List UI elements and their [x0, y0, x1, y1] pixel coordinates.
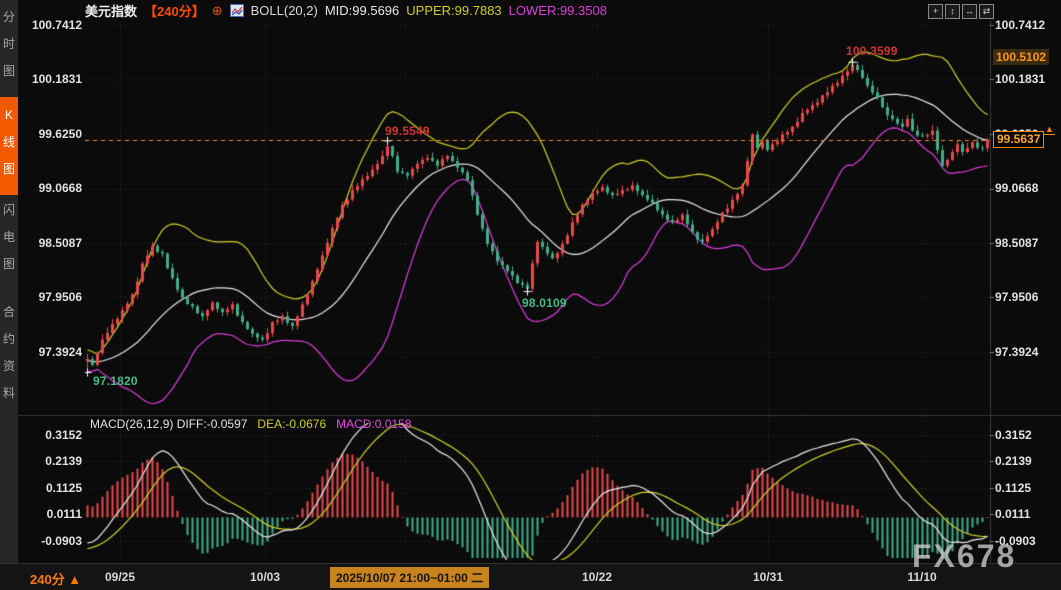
date-tick-label: 10/31 [753, 570, 783, 584]
boll-lower-value: LOWER:99.3508 [509, 3, 607, 18]
period-selector[interactable]: 240分 ▲ [30, 569, 81, 588]
price-tick-label: 97.3924 [28, 345, 82, 359]
sidebar-item-candlestick-chart[interactable]: K线图 [0, 97, 18, 195]
macd-tick-label: 0.0111 [28, 507, 82, 521]
macd-hist-value: MACD:0.0158 [336, 417, 411, 431]
price-tick-label: 100.7412 [995, 18, 1057, 32]
price-tick-label: 98.5087 [995, 236, 1057, 250]
date-tick-label: 10/03 [250, 570, 280, 584]
price-tick-label: 97.9506 [28, 290, 82, 304]
macd-dea-value: DEA:-0.0676 [257, 417, 326, 431]
macd-tick-label: 0.2139 [995, 454, 1057, 468]
price-alert-icon[interactable]: ▲ [1044, 125, 1055, 135]
selected-bar-time-range: 2025/10/07 21:00~01:00 二 [330, 567, 489, 588]
macd-tick-label: -0.0903 [28, 534, 82, 548]
sidebar-item-timeline-chart[interactable]: 分时图 [0, 4, 18, 90]
compress-x-icon[interactable]: ↔ [962, 4, 977, 19]
price-tick-label: 100.1831 [28, 72, 82, 86]
fx678-watermark: FX678 [912, 538, 1016, 575]
macd-header: MACD(26,12,9) DIFF:-0.0597 DEA:-0.0676 M… [90, 417, 412, 431]
price-tick-label: 99.6250 [28, 127, 82, 141]
chart-header: 美元指数 【240分】 ⊕ BOLL(20,2) MID:99.5696 UPP… [85, 2, 607, 19]
price-tick-label: 99.0668 [995, 181, 1057, 195]
swing-high-annotation: 99.5549 [385, 124, 430, 138]
macd-tick-label: 0.1125 [995, 481, 1057, 495]
sidebar-item-label: 闪电图 [3, 203, 15, 271]
price-tick-label: 100.1831 [995, 72, 1057, 86]
swing-low-annotation: 98.0109 [522, 296, 567, 310]
macd-tick-label: 0.2139 [28, 454, 82, 468]
macd-tick-label: 0.1125 [28, 481, 82, 495]
boll-upper-value: UPPER:99.7883 [406, 3, 501, 18]
date-tick-label: 10/22 [582, 570, 612, 584]
macd-diff-value: DIFF:-0.0597 [177, 417, 248, 431]
chart-application-window: 分时图 K线图 闪电图 合约资料 美元指数 【240分】 ⊕ BOLL(20,2… [0, 0, 1061, 590]
macd-tick-label: 0.0111 [995, 507, 1057, 521]
sidebar-item-lightning-chart[interactable]: 闪电图 [0, 197, 18, 289]
sidebar-item-contract-info[interactable]: 合约资料 [0, 299, 18, 417]
symbol-title: 美元指数 [85, 1, 137, 20]
chart-toolbar: + ↕ ↔ ⇄ [928, 4, 994, 19]
chart-type-sidebar: 分时图 K线图 闪电图 合约资料 [0, 0, 18, 590]
add-indicator-icon[interactable]: ⊕ [212, 3, 223, 19]
time-axis-bar: 240分 ▲ 09/25 10/03 10/22 10/31 11/10 202… [0, 563, 1061, 590]
period-tag[interactable]: 【240分】 [144, 1, 205, 20]
boll-formula-label: BOLL(20,2) [251, 3, 318, 18]
line-chart-icon[interactable] [230, 4, 244, 17]
move-chart-icon[interactable]: + [928, 4, 943, 19]
session-low-annotation: 97.1820 [93, 374, 138, 388]
shift-right-icon[interactable]: ⇄ [979, 4, 994, 19]
price-tick-label: 97.3924 [995, 345, 1057, 359]
price-tick-label: 100.7412 [28, 18, 82, 32]
last-price-badge: 99.5637 [993, 131, 1044, 148]
alert-price-badge: 100.5102 [993, 49, 1049, 65]
macd-tick-label: 0.3152 [28, 428, 82, 442]
price-tick-label: 97.9506 [995, 290, 1057, 304]
session-high-annotation: 100.3599 [846, 44, 898, 58]
macd-formula-label: MACD(26,12,9) [90, 417, 173, 431]
compress-y-icon[interactable]: ↕ [945, 4, 960, 19]
main-chart-canvas[interactable] [0, 0, 1061, 590]
macd-tick-label: 0.3152 [995, 428, 1057, 442]
date-tick-label: 09/25 [105, 570, 135, 584]
price-tick-label: 98.5087 [28, 236, 82, 250]
sidebar-item-label: K线图 [3, 108, 15, 176]
boll-mid-value: MID:99.5696 [325, 3, 399, 18]
sidebar-item-label: 合约资料 [3, 305, 15, 400]
price-tick-label: 99.0668 [28, 181, 82, 195]
sidebar-item-label: 分时图 [3, 10, 15, 78]
